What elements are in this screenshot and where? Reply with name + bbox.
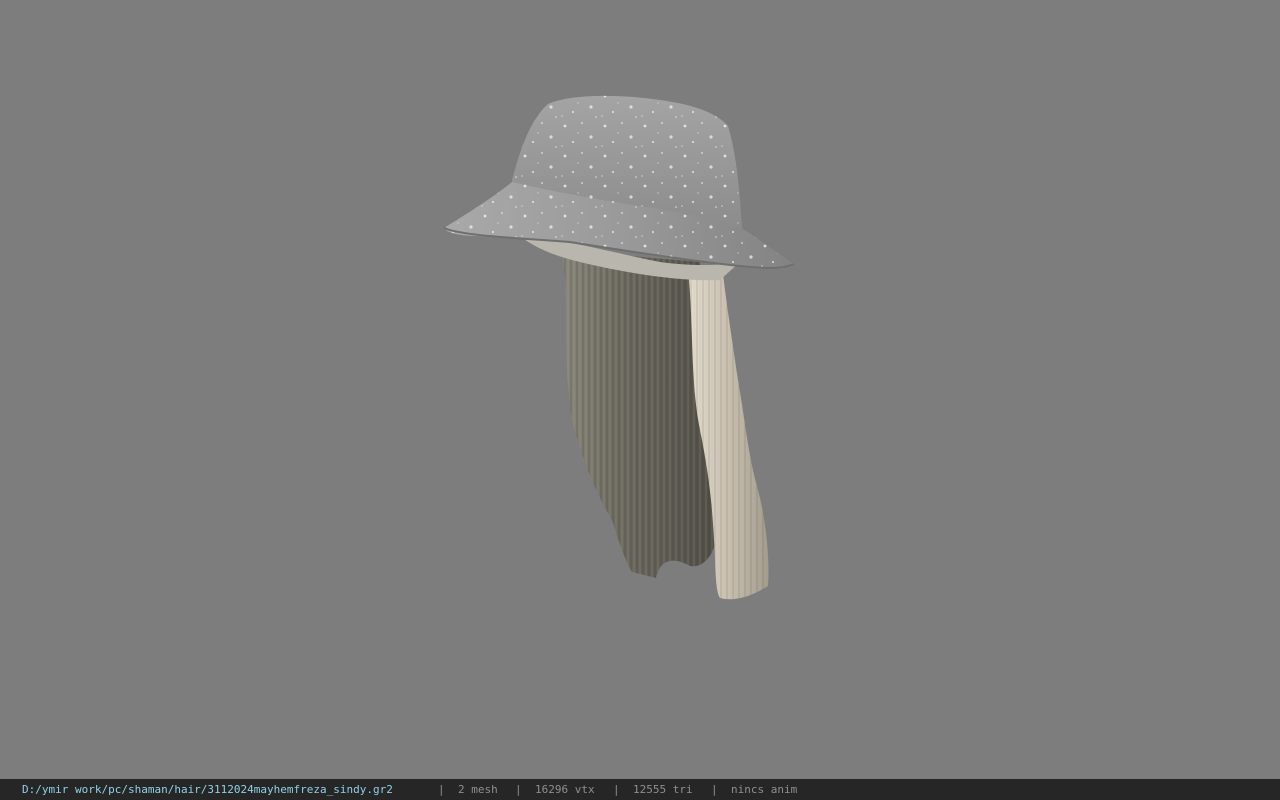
separator: |: [613, 783, 620, 796]
separator: |: [438, 783, 445, 796]
anim-status: nincs anim: [731, 783, 798, 796]
separator: |: [515, 783, 522, 796]
hat-hair-model: [443, 95, 795, 600]
triangle-count: 12555 tri: [633, 783, 693, 796]
vertex-count: 16296 vtx: [535, 783, 595, 796]
3d-viewport[interactable]: [0, 0, 1280, 779]
file-path: D:/ymir work/pc/shaman/hair/3112024mayhe…: [22, 783, 393, 796]
separator: |: [711, 783, 718, 796]
mesh-count: 2 mesh: [458, 783, 498, 796]
status-bar: D:/ymir work/pc/shaman/hair/3112024mayhe…: [0, 779, 1280, 800]
